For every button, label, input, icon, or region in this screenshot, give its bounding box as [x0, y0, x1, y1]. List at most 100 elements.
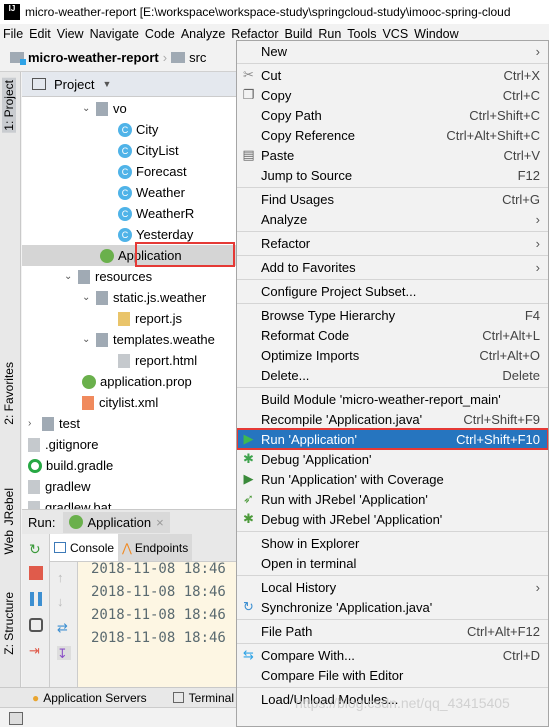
tab-favorites[interactable]: 2: Favorites [2, 362, 16, 425]
tree-item[interactable]: C WeatherR [118, 203, 194, 224]
menu-item-load-unload-modules[interactable]: Load/Unload Modules... [237, 689, 548, 709]
menu-item-analyze[interactable]: Analyze › [237, 209, 548, 229]
menu-item-cut[interactable]: ✂ Cut Ctrl+X [237, 65, 548, 85]
menu-item-paste[interactable]: ▤ Paste Ctrl+V [237, 145, 548, 165]
menu-item-debug-with-jrebel-application[interactable]: ✱ Debug with JRebel 'Application' [237, 509, 548, 529]
exit-icon[interactable]: ⇥ [29, 644, 43, 658]
menu-item-find-usages[interactable]: Find Usages Ctrl+G [237, 189, 548, 209]
dropdown-arrow-icon[interactable]: ▼ [102, 79, 111, 89]
chevron-down-icon[interactable]: ⌄ [82, 334, 96, 345]
menu-item-compare-with[interactable]: ⇆ Compare With... Ctrl+D [237, 645, 548, 665]
stop-icon[interactable] [29, 566, 43, 580]
menu-item-refactor[interactable]: Refactor › [237, 233, 548, 253]
menu-item-copy-path[interactable]: Copy Path Ctrl+Shift+C [237, 105, 548, 125]
up-arrow-icon[interactable]: ↑ [57, 570, 71, 585]
chevron-down-icon[interactable]: ⌄ [64, 271, 78, 282]
menu-item-synchronize-application-java[interactable]: ↻ Synchronize 'Application.java' [237, 597, 548, 617]
tree-item[interactable]: › test [28, 413, 80, 434]
breadcrumb-src[interactable]: src [189, 50, 206, 65]
tree-item[interactable]: report.js [118, 308, 182, 329]
tab-application-servers[interactable]: Application Servers [43, 691, 146, 705]
menu-item-reformat-code[interactable]: Reformat Code Ctrl+Alt+L [237, 325, 548, 345]
folder-icon [96, 332, 108, 347]
menu-navigate[interactable]: Navigate [87, 24, 142, 44]
menu-file[interactable]: File [0, 24, 26, 44]
tab-endpoints[interactable]: ⋀ Endpoints [118, 534, 193, 561]
tab-structure[interactable]: Z: Structure [2, 592, 16, 655]
tree-item[interactable]: .gitignore [28, 434, 98, 455]
menu-item-label: Synchronize 'Application.java' [261, 599, 433, 615]
chevron-down-icon[interactable]: ⌄ [82, 292, 96, 303]
menu-item-copy-reference[interactable]: Copy Reference Ctrl+Alt+Shift+C [237, 125, 548, 145]
tree-item[interactable]: ⌄ resources [64, 266, 152, 287]
menu-item-build-module-micro-weather-report-main[interactable]: Build Module 'micro-weather-report_main' [237, 389, 548, 409]
chevron-right-icon[interactable]: › [28, 418, 42, 429]
spring-icon [100, 248, 114, 263]
menu-analyze[interactable]: Analyze [178, 24, 228, 44]
console-output[interactable]: 2018-11-08 18:46 2018-11-08 18:46 2018-11-… [78, 562, 237, 687]
tree-item[interactable]: citylist.xml [82, 392, 158, 413]
tree-item[interactable]: gradlew.bat [28, 497, 112, 509]
tree-item[interactable]: build.gradle [28, 455, 113, 476]
chevron-down-icon[interactable]: ⌄ [82, 103, 96, 114]
tree-item[interactable]: C Forecast [118, 161, 187, 182]
camera-icon[interactable] [29, 618, 43, 632]
shortcut: Ctrl+Shift+C [469, 107, 540, 123]
tab-web[interactable]: Web [2, 530, 16, 554]
tree-item[interactable]: C CityList [118, 140, 179, 161]
menu-view[interactable]: View [54, 24, 87, 44]
close-icon[interactable]: × [156, 515, 164, 530]
menu-item-show-in-explorer[interactable]: Show in Explorer [237, 533, 548, 553]
run-label: Run: [28, 514, 56, 530]
menu-item-compare-file-with-editor[interactable]: Compare File with Editor [237, 665, 548, 685]
tree-item[interactable]: gradlew [28, 476, 91, 497]
rerun-icon[interactable]: ↻ [29, 542, 43, 556]
menu-edit[interactable]: Edit [26, 24, 54, 44]
menu-item-debug-application[interactable]: ✱ Debug 'Application' [237, 449, 548, 469]
menu-item-local-history[interactable]: Local History › [237, 577, 548, 597]
menu-item-file-path[interactable]: File Path Ctrl+Alt+F12 [237, 621, 548, 641]
shortcut: Ctrl+Alt+Shift+C [446, 127, 540, 143]
menu-item-run-application-with-coverage[interactable]: ▶ Run 'Application' with Coverage [237, 469, 548, 489]
tree-item-label: CityList [136, 143, 179, 158]
breadcrumb-project[interactable]: micro-weather-report [28, 50, 159, 65]
menu-item-new[interactable]: New › [237, 41, 548, 61]
shortcut: F12 [517, 167, 540, 183]
pause-icon[interactable] [30, 592, 42, 606]
menu-item-run-with-jrebel-application[interactable]: ➶ Run with JRebel 'Application' [237, 489, 548, 509]
menu-item-label: Refactor [261, 235, 311, 251]
tree-item[interactable]: ⌄ static.js.weather [82, 287, 206, 308]
menu-item-label: Configure Project Subset... [261, 283, 417, 299]
tab-jrebel[interactable]: JRebel [2, 488, 16, 525]
menu-item-label: Add to Favorites [261, 259, 356, 275]
menu-item-run-application[interactable]: ▶ Run 'Application' Ctrl+Shift+F10 [237, 428, 548, 450]
tab-terminal[interactable]: Terminal [189, 691, 234, 705]
window-title: micro-weather-report [E:\workspace\works… [25, 5, 511, 19]
tree-item[interactable]: C City [118, 119, 158, 140]
tree-item[interactable]: C Weather [118, 182, 185, 203]
menu-item-open-in-terminal[interactable]: Open in terminal [237, 553, 548, 573]
menu-item-jump-to-source[interactable]: Jump to Source F12 [237, 165, 548, 185]
menu-item-delete[interactable]: Delete... Delete [237, 365, 548, 385]
tree-item[interactable]: application.prop [82, 371, 192, 392]
tree-item[interactable]: ⌄ templates.weathe [82, 329, 215, 350]
menu-item-add-to-favorites[interactable]: Add to Favorites › [237, 257, 548, 277]
project-view-selector[interactable]: Project [54, 77, 94, 92]
menu-item-optimize-imports[interactable]: Optimize Imports Ctrl+Alt+O [237, 345, 548, 365]
soft-wrap-icon[interactable]: ⇄ [57, 620, 71, 635]
menu-item-copy[interactable]: ❐ Copy Ctrl+C [237, 85, 548, 105]
menu-item-configure-project-subset[interactable]: Configure Project Subset... [237, 281, 548, 301]
tab-project[interactable]: 1: Project [2, 78, 16, 133]
scroll-to-end-icon[interactable]: ↧ [57, 646, 71, 661]
tree-item[interactable]: ⌄ vo [82, 98, 127, 119]
menu-item-browse-type-hierarchy[interactable]: Browse Type Hierarchy F4 [237, 305, 548, 325]
run-tab-application[interactable]: Application × [63, 511, 170, 533]
tab-console[interactable]: Console [50, 534, 119, 561]
file-icon [28, 500, 40, 509]
menu-code[interactable]: Code [142, 24, 178, 44]
paste-icon: ▤ [242, 147, 255, 162]
menu-item-recompile-application-java[interactable]: Recompile 'Application.java' Ctrl+Shift+F… [237, 409, 548, 429]
down-arrow-icon[interactable]: ↓ [57, 594, 71, 609]
layout-toggle-icon[interactable] [9, 712, 23, 725]
tree-item[interactable]: report.html [118, 350, 197, 371]
